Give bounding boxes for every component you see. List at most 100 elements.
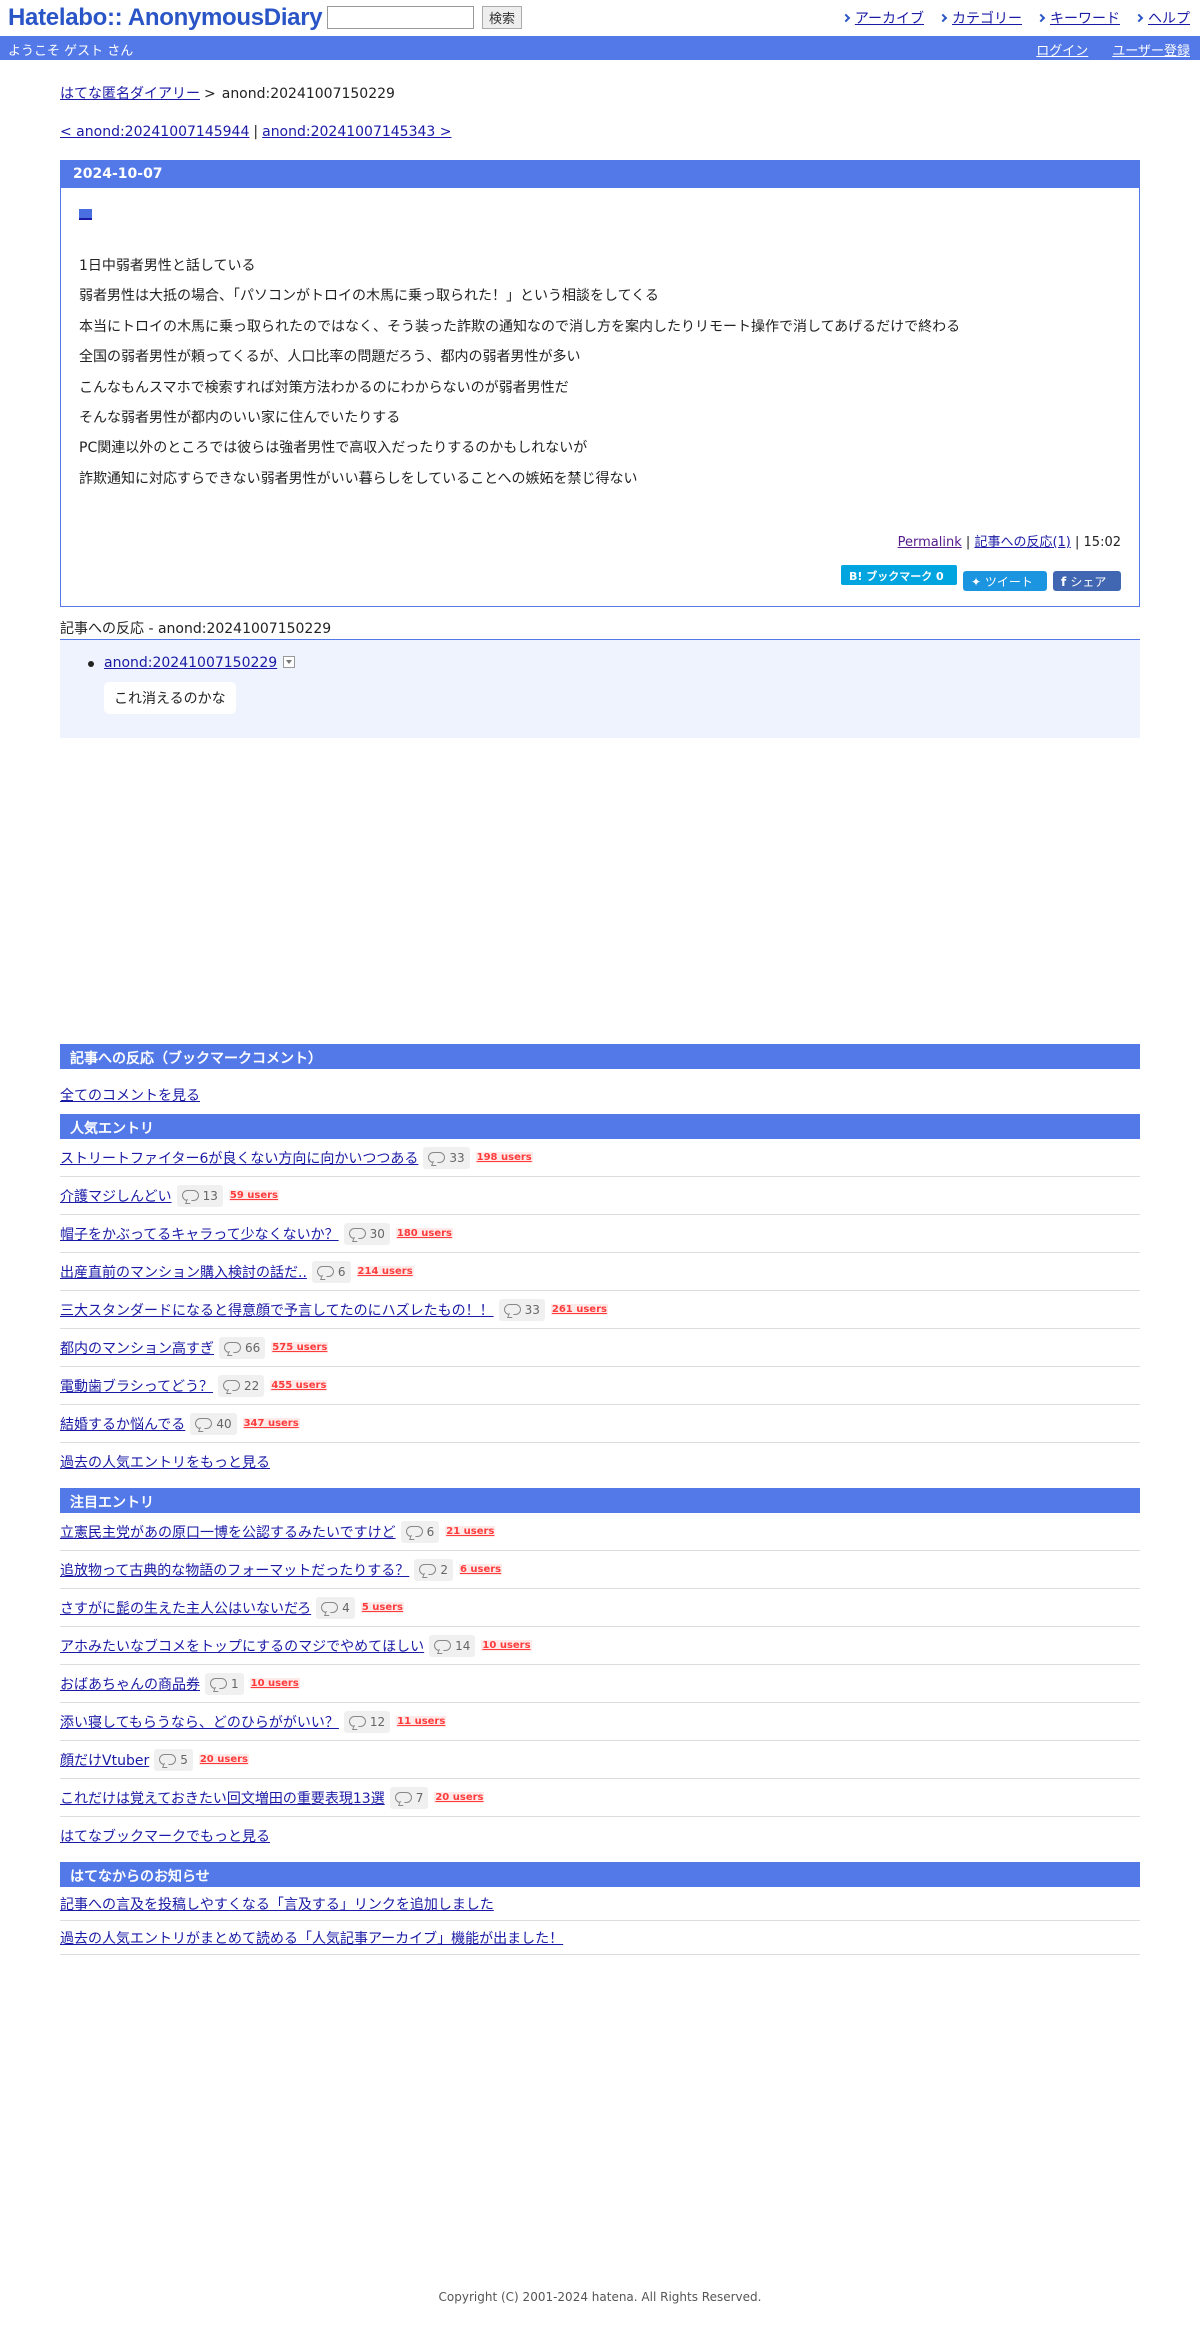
reaction-link[interactable]: anond:20241007150229 bbox=[104, 655, 277, 671]
comment-count[interactable]: 6 bbox=[311, 1260, 351, 1283]
notice-link[interactable]: 記事への言及を投稿しやすくなる「言及する」リンクを追加しました bbox=[60, 1894, 494, 1914]
bookmark-users-badge[interactable]: 180 users bbox=[395, 1228, 453, 1239]
next-entry-link[interactable]: anond:20241007145343 > bbox=[262, 124, 451, 140]
comment-bubble-icon bbox=[503, 1304, 521, 1315]
comment-count[interactable]: 33 bbox=[423, 1146, 470, 1169]
entry-link[interactable]: 顔だけVtuber bbox=[60, 1750, 149, 1770]
permalink[interactable]: Permalink bbox=[898, 535, 962, 550]
comment-bubble-icon bbox=[405, 1526, 423, 1537]
bookmark-users-badge[interactable]: 20 users bbox=[198, 1754, 249, 1765]
comment-count[interactable]: 4 bbox=[316, 1596, 355, 1619]
login-link[interactable]: ログイン bbox=[1036, 40, 1088, 59]
comment-count-value: 22 bbox=[244, 1378, 260, 1393]
entry-line: 全国の弱者男性が頼ってくるが、人口比率の問題だろう、都内の弱者男性が多い bbox=[79, 349, 581, 366]
entry-link[interactable]: 都内のマンション高すぎ bbox=[60, 1338, 214, 1358]
search-input[interactable] bbox=[327, 6, 474, 29]
entry-title-link[interactable] bbox=[79, 209, 93, 223]
comment-count-value: 1 bbox=[231, 1676, 239, 1691]
nav-category[interactable]: カテゴリー bbox=[938, 8, 1022, 28]
popular-more-link[interactable]: 過去の人気エントリをもっと見る bbox=[60, 1452, 270, 1472]
entry-time: 15:02 bbox=[1083, 535, 1121, 550]
comment-count-value: 33 bbox=[524, 1302, 540, 1317]
comment-count[interactable]: 12 bbox=[343, 1710, 391, 1733]
bookmark-users-badge[interactable]: 6 users bbox=[458, 1564, 503, 1575]
comment-count[interactable]: 30 bbox=[343, 1222, 390, 1245]
notices-heading: はてなからのお知らせ bbox=[60, 1862, 1140, 1887]
footer-pipe: | bbox=[1075, 535, 1080, 550]
nav-help[interactable]: ヘルプ bbox=[1134, 8, 1190, 28]
entry-link[interactable]: 電動歯ブラシってどう？ bbox=[60, 1376, 213, 1396]
nav-archive[interactable]: アーカイブ bbox=[841, 8, 924, 28]
comment-count[interactable]: 5 bbox=[154, 1748, 193, 1771]
bookmark-users-badge[interactable]: 10 users bbox=[481, 1640, 532, 1651]
bookmark-users-badge[interactable]: 21 users bbox=[445, 1526, 496, 1537]
nav-keyword-link[interactable]: キーワード bbox=[1050, 8, 1120, 28]
register-link[interactable]: ユーザー登録 bbox=[1112, 40, 1190, 59]
list-item: 記事への言及を投稿しやすくなる「言及する」リンクを追加しました bbox=[60, 1887, 1140, 1921]
hatena-bookmark-button[interactable]: B! ブックマーク 0 bbox=[841, 565, 957, 585]
bookmark-users-badge[interactable]: 455 users bbox=[270, 1380, 328, 1391]
entry-link[interactable]: アホみたいなブコメをトップにするのマジでやめてほしい bbox=[60, 1636, 424, 1656]
entry-link[interactable]: ストリートファイター6が良くない方向に向かいつつある bbox=[60, 1148, 418, 1168]
comment-count[interactable]: 33 bbox=[498, 1298, 545, 1321]
dropdown-icon[interactable] bbox=[283, 656, 296, 668]
bookmark-users-badge[interactable]: 198 users bbox=[475, 1152, 533, 1163]
notice-link[interactable]: 過去の人気エントリがまとめて読める「人気記事アーカイブ」機能が出ました！ bbox=[60, 1928, 563, 1948]
comment-bubble-icon bbox=[348, 1716, 366, 1727]
entry-link[interactable]: 三大スタンダードになると得意顔で予言してたのにハズレたもの！！ bbox=[60, 1300, 494, 1320]
comment-count[interactable]: 22 bbox=[218, 1374, 265, 1397]
list-item: ストリートファイター6が良くない方向に向かいつつある 33 198 users bbox=[60, 1139, 1140, 1177]
nav-category-link[interactable]: カテゴリー bbox=[952, 8, 1022, 28]
entry-body: 1日中弱者男性と話している 弱者男性は大抵の場合、「パソコンがトロイの木馬に乗っ… bbox=[79, 251, 960, 494]
breadcrumb-current: anond:20241007150229 bbox=[221, 86, 395, 102]
comment-bubble-icon bbox=[321, 1602, 339, 1613]
tweet-button[interactable]: ✦ ツイート bbox=[963, 571, 1047, 591]
comment-count[interactable]: 6 bbox=[400, 1520, 440, 1543]
list-item: 追放物って古典的な物語のフォーマットだったりする？ 2 6 users bbox=[60, 1551, 1140, 1589]
bookmark-users-badge[interactable]: 59 users bbox=[228, 1190, 280, 1201]
entry-link[interactable]: 結婚するか悩んでる bbox=[60, 1414, 185, 1434]
comment-count-value: 40 bbox=[216, 1416, 232, 1431]
breadcrumb-root[interactable]: はてな匿名ダイアリー bbox=[60, 86, 200, 102]
share-buttons: B! ブックマーク 0 ✦ ツイート f シェア bbox=[841, 565, 1121, 591]
attention-more-link[interactable]: はてなブックマークでもっと見る bbox=[60, 1826, 270, 1846]
bookmark-users-badge[interactable]: 575 users bbox=[271, 1342, 329, 1353]
bookmark-users-badge[interactable]: 347 users bbox=[242, 1418, 300, 1429]
list-item: 電動歯ブラシってどう？ 22 455 users bbox=[60, 1367, 1140, 1405]
entry-link[interactable]: 介護マジしんどい bbox=[60, 1186, 172, 1206]
bookmark-users-badge[interactable]: 214 users bbox=[356, 1266, 414, 1277]
nav-archive-link[interactable]: アーカイブ bbox=[855, 8, 924, 28]
bookmark-users-badge[interactable]: 20 users bbox=[434, 1792, 485, 1803]
entry-link[interactable]: 追放物って古典的な物語のフォーマットだったりする？ bbox=[60, 1560, 409, 1580]
entry-link[interactable]: これだけは覚えておきたい回文増田の重要表現13選 bbox=[60, 1788, 385, 1808]
site-logo[interactable]: Hatelabo:: AnonymousDiary bbox=[8, 4, 323, 32]
entry-link[interactable]: おばあちゃんの商品券 bbox=[60, 1674, 200, 1694]
all-comments-link[interactable]: 全てのコメントを見る bbox=[60, 1085, 200, 1105]
nav-help-link[interactable]: ヘルプ bbox=[1148, 8, 1190, 28]
reactions-count-link[interactable]: 記事への反応(1) bbox=[974, 535, 1070, 550]
comment-count[interactable]: 40 bbox=[190, 1412, 237, 1435]
nav-keyword[interactable]: キーワード bbox=[1036, 8, 1120, 28]
bookmark-users-badge[interactable]: 261 users bbox=[550, 1304, 608, 1315]
comment-count[interactable]: 7 bbox=[389, 1786, 429, 1809]
entry-link[interactable]: 帽子をかぶってるキャラって少なくないか？ bbox=[60, 1224, 339, 1244]
entry-link[interactable]: さすがに髭の生えた主人公はいないだろ bbox=[60, 1598, 311, 1618]
comment-count[interactable]: 13 bbox=[176, 1184, 223, 1207]
comment-count[interactable]: 14 bbox=[429, 1634, 476, 1657]
facebook-share-button[interactable]: f シェア bbox=[1053, 571, 1121, 591]
entry-line: 弱者男性は大抵の場合、「パソコンがトロイの木馬に乗っ取られた！」という相談をして… bbox=[79, 288, 659, 305]
entry-link[interactable]: 立憲民主党があの原口一博を公認するみたいですけど bbox=[60, 1522, 396, 1542]
comment-count[interactable]: 66 bbox=[219, 1336, 266, 1359]
search-button[interactable]: 検索 bbox=[482, 6, 522, 29]
entry-link[interactable]: 添い寝してもらうなら、どのひらががいい？ bbox=[60, 1712, 339, 1732]
entry-link[interactable]: 出産直前のマンション購入検討の話だ.. bbox=[60, 1262, 307, 1282]
bullet-icon bbox=[88, 661, 94, 667]
comment-count[interactable]: 1 bbox=[205, 1672, 244, 1695]
bookmark-users-badge[interactable]: 5 users bbox=[360, 1602, 404, 1613]
popular-entries-list: ストリートファイター6が良くない方向に向かいつつある 33 198 users 介護マ… bbox=[60, 1139, 1140, 1443]
breadcrumb: はてな匿名ダイアリー > anond:20241007150229 bbox=[60, 83, 1140, 103]
bookmark-users-badge[interactable]: 11 users bbox=[396, 1716, 447, 1727]
prev-entry-link[interactable]: < anond:20241007145944 bbox=[60, 124, 249, 140]
bookmark-users-badge[interactable]: 10 users bbox=[249, 1678, 300, 1689]
comment-count[interactable]: 2 bbox=[414, 1558, 453, 1581]
